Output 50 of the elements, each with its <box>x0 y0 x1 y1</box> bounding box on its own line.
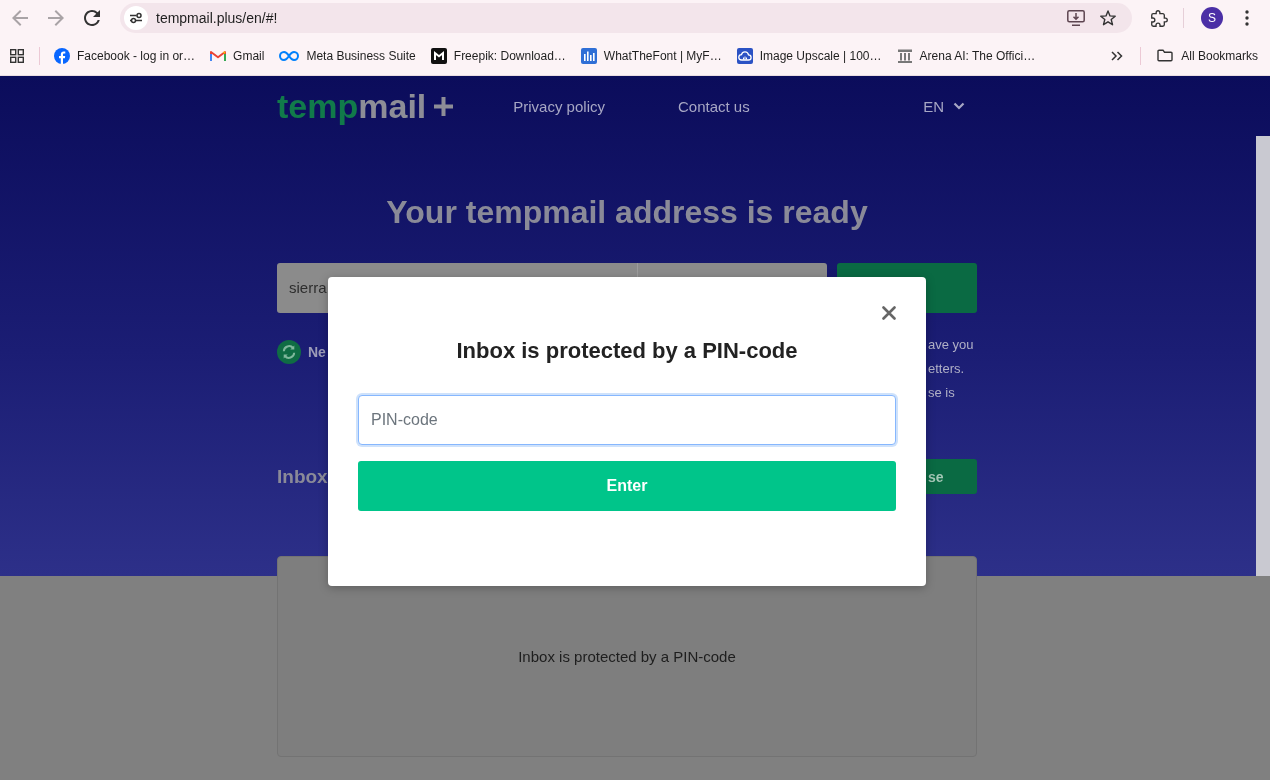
url-text[interactable]: tempmail.plus/en/#! <box>156 10 278 26</box>
cloud-tile-icon <box>736 47 753 64</box>
inbox-message: Inbox is protected by a PIN-code <box>518 648 736 665</box>
notice-text: se is <box>928 384 956 402</box>
m-logo-icon <box>210 49 227 62</box>
bookmark-link[interactable]: Arena AI: The Offici… <box>896 47 1036 64</box>
close-button[interactable] <box>882 306 896 320</box>
refresh-icon[interactable] <box>277 340 301 364</box>
dialog-title: Inbox is protected by a PIN-code <box>455 337 799 365</box>
arrow-left-icon <box>12 10 28 26</box>
install-app-icon[interactable] <box>1067 10 1085 26</box>
menu-icon[interactable] <box>1245 10 1249 26</box>
site-settings-icon[interactable] <box>124 6 148 30</box>
bookmark-link[interactable]: Gmail <box>210 48 265 63</box>
pin-field[interactable]: PIN-code <box>358 395 896 445</box>
f-logo-icon <box>54 47 70 64</box>
close-icon <box>882 306 896 320</box>
all-bookmarks-button[interactable]: All Bookmarks <box>1157 48 1258 63</box>
bars-tile-icon <box>580 47 597 64</box>
inbox-button[interactable]: se <box>926 459 977 494</box>
nav-link[interactable]: Privacy policy <box>513 97 605 115</box>
bookmark-star-icon[interactable] <box>1100 10 1116 26</box>
square-logo-icon <box>430 47 447 64</box>
bookmark-link[interactable]: Facebook - log in or… <box>54 47 196 64</box>
arrow-right-icon <box>48 10 64 26</box>
notice-text: ave you <box>928 336 975 354</box>
bookmark-link[interactable]: Freepik: Download… <box>430 47 566 64</box>
page-heading: Your tempmail address is ready <box>385 193 869 232</box>
bookmark-link[interactable]: Meta Business Suite <box>279 48 416 63</box>
reload-icon <box>84 10 100 26</box>
email-field[interactable]: sierra <box>277 263 328 313</box>
bookmark-link[interactable]: WhatTheFont | MyF… <box>580 47 722 64</box>
nav-link[interactable]: Contact us <box>678 97 750 115</box>
notice-text: etters. <box>928 360 966 378</box>
profile-avatar[interactable]: S <box>1201 7 1223 29</box>
plus-icon <box>434 96 454 116</box>
pillar-icon <box>896 47 913 64</box>
notice-text: Ne <box>308 343 326 362</box>
logo[interactable]: tempmail <box>277 86 427 126</box>
folder-icon <box>1157 49 1174 62</box>
infinity-icon <box>279 50 300 61</box>
language-selector[interactable]: EN <box>923 97 965 115</box>
address-bar[interactable]: tempmail.plus/en/#! <box>120 3 1132 33</box>
extensions-icon[interactable] <box>1151 9 1168 27</box>
chevron-double-icon[interactable] <box>1111 50 1124 61</box>
inbox-heading: Inbox <box>277 465 328 489</box>
bookmark-link[interactable]: Image Upscale | 100… <box>736 47 882 64</box>
scrollbar[interactable] <box>1256 136 1270 576</box>
chevron-down-icon <box>953 102 965 110</box>
apps-grid-icon[interactable] <box>10 48 24 63</box>
